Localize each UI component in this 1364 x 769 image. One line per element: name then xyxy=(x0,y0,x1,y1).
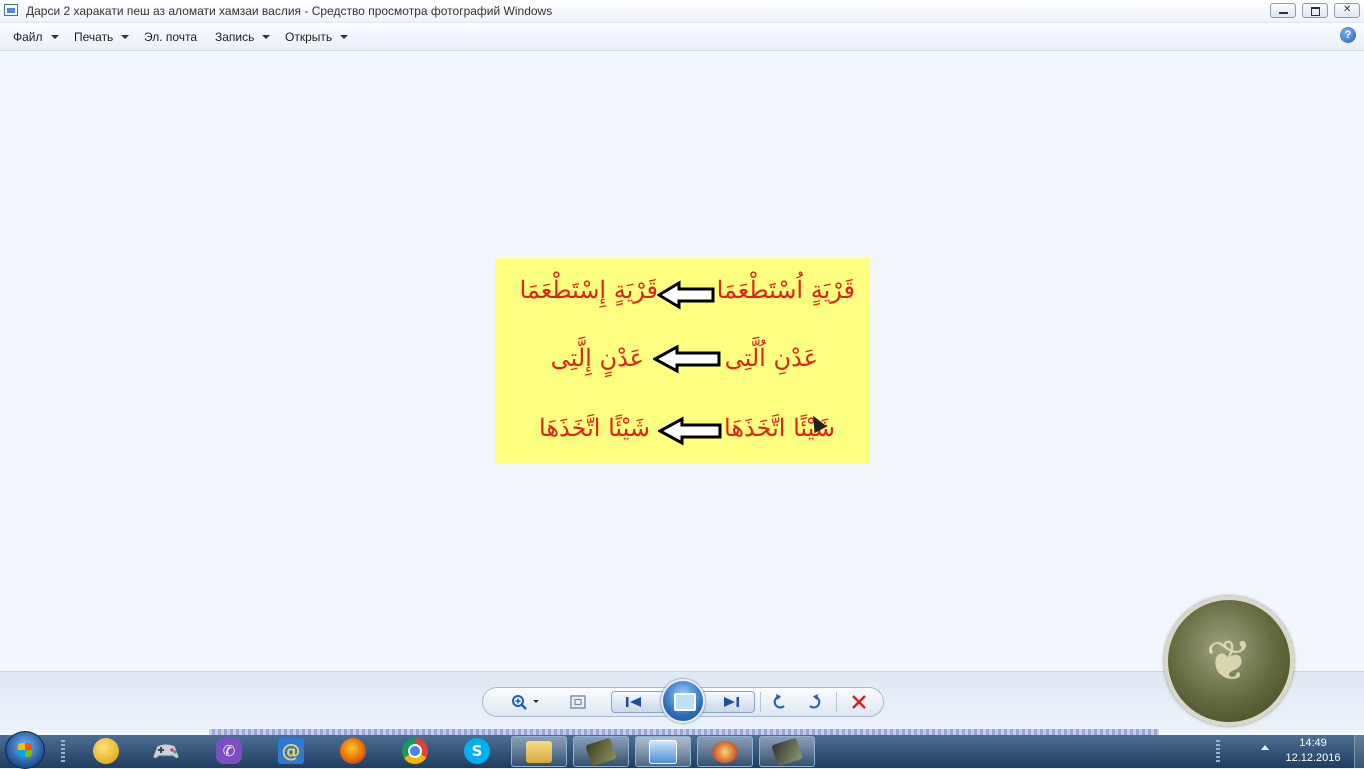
recorder-icon xyxy=(771,737,803,766)
menu-bar: Файл Печать Эл. почта Запись Открыть xyxy=(0,23,1364,51)
zoom-icon[interactable] xyxy=(510,694,542,710)
taskbar-running-book[interactable] xyxy=(573,736,629,767)
close-button[interactable] xyxy=(1334,3,1360,18)
gamepad-icon xyxy=(152,743,180,759)
left-arrow-icon xyxy=(657,280,715,310)
start-button[interactable] xyxy=(5,731,45,769)
left-arrow-icon xyxy=(653,344,721,374)
help-button[interactable]: ? xyxy=(1340,27,1356,43)
skype-icon: S xyxy=(464,738,490,764)
next-icon[interactable] xyxy=(720,694,742,710)
chrome-icon xyxy=(402,738,428,764)
chevron-down-icon xyxy=(340,35,349,39)
system-clock[interactable]: 14:49 12.12.2016 xyxy=(1280,736,1346,766)
menu-email[interactable]: Эл. почта xyxy=(144,30,197,44)
menu-open[interactable]: Открыть xyxy=(285,30,349,44)
folder-icon xyxy=(526,740,552,763)
show-desktop-button[interactable] xyxy=(1354,735,1364,768)
title-bar: Дарси 2 харакати пеш аз аломати хамзаи в… xyxy=(0,0,1364,23)
left-arrow-icon xyxy=(658,416,722,446)
toolbar-separator xyxy=(836,692,837,712)
taskbar-pinned-skype[interactable]: S xyxy=(459,736,495,766)
photo-row-2-right: عَدْنِ اُلَّتِى xyxy=(724,344,818,372)
clock-date: 12.12.2016 xyxy=(1285,752,1341,764)
menu-burn[interactable]: Запись xyxy=(215,30,271,44)
taskbar-pinned-media-center[interactable] xyxy=(88,736,124,766)
taskbar-running-explorer[interactable] xyxy=(511,736,567,767)
chevron-down-icon xyxy=(262,35,271,39)
photo-row-1-left: قَرْيَةٍ إِسْتَطْعَمَا xyxy=(519,276,658,304)
taskbar-grip xyxy=(1216,740,1220,764)
at-sign-icon: @ xyxy=(278,738,304,764)
chevron-down-icon xyxy=(50,35,59,39)
clock-time: 14:49 xyxy=(1299,737,1327,749)
taskbar-running-presentation[interactable] xyxy=(697,736,753,767)
taskbar-running-recorder[interactable] xyxy=(759,736,815,767)
media-center-icon xyxy=(93,738,119,764)
presentation-icon xyxy=(712,740,738,763)
firefox-icon xyxy=(340,738,366,764)
slideshow-button[interactable] xyxy=(661,679,705,723)
delete-icon[interactable] xyxy=(849,694,869,710)
taskbar-running-photo-viewer[interactable] xyxy=(635,736,691,767)
quran-emblem-logo xyxy=(1164,596,1294,726)
restore-button[interactable] xyxy=(1302,3,1328,18)
minimize-button[interactable] xyxy=(1270,3,1296,18)
book-icon xyxy=(585,737,617,766)
taskbar-pinned-games[interactable] xyxy=(148,736,184,766)
photo-viewer-icon xyxy=(649,739,677,764)
taskbar-pinned-mail-agent[interactable]: @ xyxy=(273,736,309,766)
taskbar-pinned-chrome[interactable] xyxy=(397,736,433,766)
taskbar-pinned-viber[interactable]: ✆ xyxy=(211,736,247,766)
viber-icon: ✆ xyxy=(216,738,242,764)
taskbar-grip xyxy=(61,740,65,764)
toolbar-separator xyxy=(760,692,761,712)
chevron-down-icon xyxy=(121,35,130,39)
rotate-counterclockwise-icon[interactable] xyxy=(770,694,790,710)
rotate-clockwise-icon[interactable] xyxy=(804,694,824,710)
previous-icon[interactable] xyxy=(623,694,645,710)
actual-size-icon[interactable] xyxy=(568,694,588,710)
window-title: Дарси 2 харакати пеш аз аломати хамзаи в… xyxy=(26,4,553,18)
photo-viewer-app-icon[interactable] xyxy=(4,4,18,16)
photo-row-2-left: عَدْنٍ إِلَّتِى xyxy=(550,344,644,372)
menu-file[interactable]: Файл xyxy=(13,30,59,44)
menu-print[interactable]: Печать xyxy=(74,30,130,44)
photo-row-3-left: شَيْئًا اتَّخَذَهَا xyxy=(539,414,650,442)
show-hidden-icons-icon[interactable] xyxy=(1261,745,1269,750)
taskbar-pinned-firefox[interactable] xyxy=(335,736,371,766)
photo-row-1-right: قَرْيَةٍ اُسْتَطْعَمَا xyxy=(716,276,855,304)
